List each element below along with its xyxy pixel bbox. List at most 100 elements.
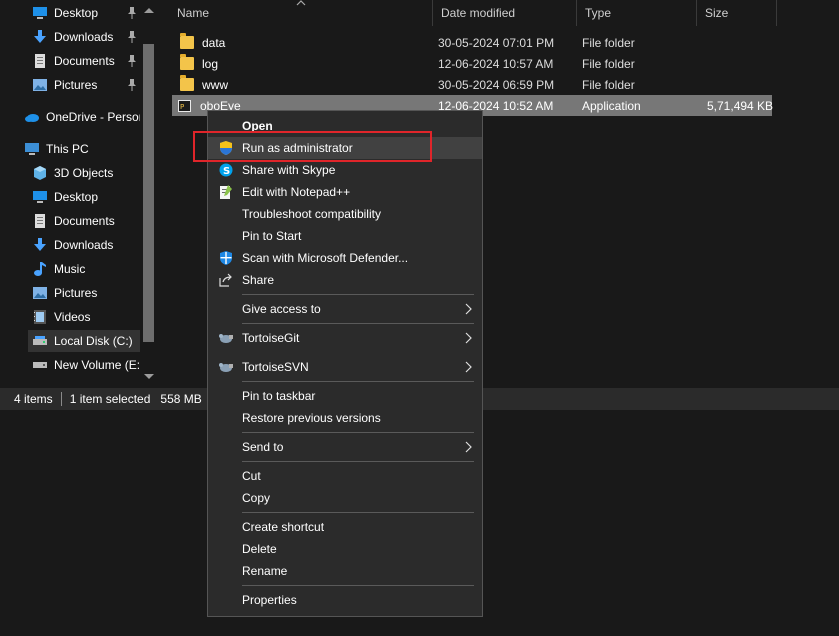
file-name-cell: data [180,32,225,53]
nav-item-3d-objects[interactable]: 3D Objects [32,162,113,184]
nav-item-desktop[interactable]: Desktop [32,2,136,24]
menu-item-label: Troubleshoot compatibility [242,207,381,221]
skype-icon: S [218,162,234,178]
cloud-icon [24,109,40,125]
nav-item-label: This PC [46,142,89,156]
selection-size: 558 MB [160,392,202,406]
svg-text:S: S [223,166,230,177]
nav-item-label: OneDrive - Person [46,110,146,124]
item-count: 4 items [14,392,53,406]
file-size: 5,71,494 KB [707,98,774,113]
menu-item-create-shortcut[interactable]: Create shortcut [208,516,482,538]
menu-item-share[interactable]: Share [208,269,482,291]
menu-item-tortoisesvn[interactable]: TortoiseSVN [208,356,482,378]
menu-item-label: Restore previous versions [242,411,381,425]
menu-item-copy[interactable]: Copy [208,487,482,509]
menu-item-tortoisegit[interactable]: TortoiseGit [208,327,482,349]
menu-item-label: Give access to [242,302,321,316]
file-name: log [202,56,219,71]
file-date: 30-05-2024 06:59 PM [438,77,555,92]
tortoisesvn-icon [218,359,234,375]
submenu-chevron-icon [465,332,472,344]
table-row[interactable]: log 12-06-2024 10:57 AM File folder [172,53,772,74]
nav-item-label: Pictures [54,286,98,300]
music-icon [32,261,48,277]
folder-icon [180,33,194,49]
menu-separator [242,294,474,295]
menu-item-label: Pin to taskbar [242,389,316,403]
drive-icon [32,357,48,373]
submenu-chevron-icon [465,303,472,315]
nav-item-documents-pc[interactable]: Documents [32,210,115,232]
menu-item-label: Send to [242,440,284,454]
menu-separator [242,323,474,324]
menu-item-pin-to-start[interactable]: Pin to Start [208,225,482,247]
nav-item-pictures[interactable]: Pictures [32,74,136,96]
nav-item-label: New Volume (E:) [54,358,145,372]
computer-icon [24,141,40,157]
drive-icon [32,333,48,349]
scroll-down-arrow-icon[interactable] [144,374,154,379]
nav-item-downloads[interactable]: Downloads [32,26,136,48]
file-date: 12-06-2024 10:57 AM [438,56,554,71]
notepad-plus-plus-icon [218,184,234,200]
pin-icon [128,31,136,43]
nav-item-videos[interactable]: Videos [32,306,90,328]
nav-item-documents[interactable]: Documents [32,50,136,72]
document-icon [32,213,48,229]
scrollbar-thumb[interactable] [143,44,154,342]
menu-item-troubleshoot-compatibility[interactable]: Troubleshoot compatibility [208,203,482,225]
nav-item-label: Downloads [54,238,114,252]
column-header-date-modified[interactable]: Date modified [433,0,577,26]
nav-item-label: Documents [54,214,115,228]
menu-item-scan-with-defender[interactable]: Scan with Microsoft Defender... [208,247,482,269]
nav-item-onedrive[interactable]: OneDrive - Person [24,106,145,128]
file-name-cell: log [180,53,218,74]
menu-item-give-access-to[interactable]: Give access to [208,298,482,320]
menu-item-share-with-skype[interactable]: S Share with Skype [208,159,482,181]
menu-item-edit-with-notepad-plus-plus[interactable]: Edit with Notepad++ [208,181,482,203]
file-name: data [202,35,226,50]
menu-item-send-to[interactable]: Send to [208,436,482,458]
menu-item-pin-to-taskbar[interactable]: Pin to taskbar [208,385,482,407]
menu-separator [242,381,474,382]
table-row[interactable]: www 30-05-2024 06:59 PM File folder [172,74,772,95]
nav-item-downloads-pc[interactable]: Downloads [32,234,113,256]
nav-scrollbar[interactable] [140,0,158,388]
scroll-up-arrow-icon[interactable] [144,8,154,13]
nav-item-pictures-pc[interactable]: Pictures [32,282,97,304]
nav-item-new-volume-e[interactable]: New Volume (E:) [32,354,144,376]
desktop-icon [32,189,48,205]
folder-icon [180,75,194,91]
menu-item-properties[interactable]: Properties [208,589,482,611]
nav-item-local-disk-c[interactable]: Local Disk (C:) [28,330,140,352]
menu-item-label: Share [242,273,275,287]
pin-icon [128,79,136,91]
nav-item-label: Music [54,262,86,276]
status-divider [60,392,62,406]
column-header-size[interactable]: Size [697,0,777,26]
nav-item-label: Videos [54,310,91,324]
document-icon [32,53,48,69]
file-type: File folder [582,35,635,50]
file-name: www [202,77,228,92]
menu-item-label: Rename [242,564,288,578]
video-icon [32,309,48,325]
share-icon [218,272,234,288]
table-row[interactable]: data 30-05-2024 07:01 PM File folder [172,32,772,53]
desktop-icon [32,5,48,21]
menu-item-delete[interactable]: Delete [208,538,482,560]
file-name-cell: www [180,74,228,95]
menu-item-rename[interactable]: Rename [208,560,482,582]
nav-item-this-pc[interactable]: This PC [24,138,89,160]
selection-count: 1 item selected [69,392,151,406]
menu-item-restore-previous-versions[interactable]: Restore previous versions [208,407,482,429]
column-header-type[interactable]: Type [577,0,697,26]
download-icon [32,237,48,253]
menu-item-cut[interactable]: Cut [208,465,482,487]
defender-shield-icon [218,250,234,266]
nav-item-music[interactable]: Music [32,258,85,280]
column-header-name[interactable]: Name [169,0,433,26]
menu-item-label: Pin to Start [242,229,302,243]
nav-item-desktop-pc[interactable]: Desktop [32,186,98,208]
